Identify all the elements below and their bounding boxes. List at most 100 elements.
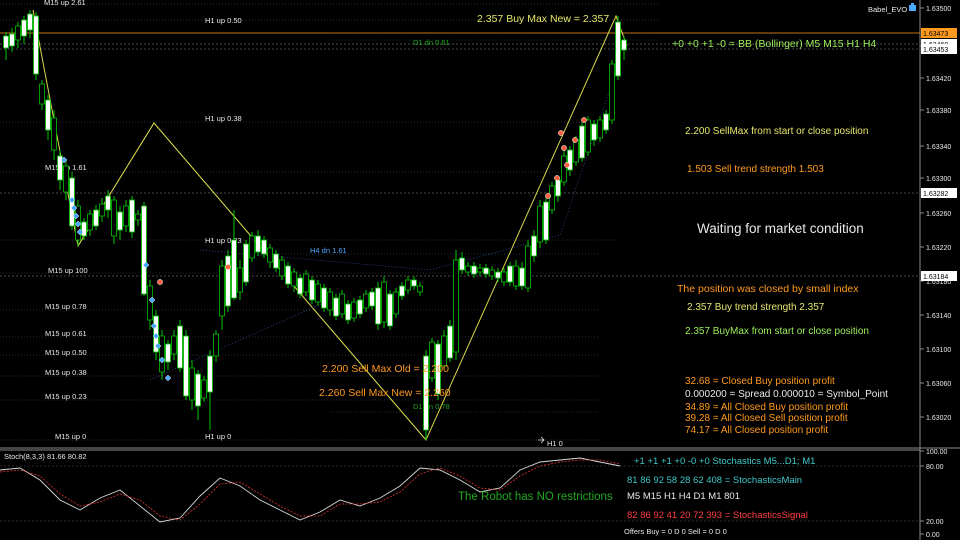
candle[interactable] [165,340,171,370]
candle[interactable] [279,256,285,280]
candle[interactable] [147,280,153,330]
candle[interactable] [507,262,513,286]
candle[interactable] [381,276,387,328]
candle[interactable] [465,262,471,276]
candle[interactable] [387,290,393,330]
candle[interactable] [51,110,57,160]
candle[interactable] [591,120,597,146]
candle[interactable] [321,284,327,312]
candle[interactable] [549,182,555,214]
sell-signal-marker [564,162,570,168]
candle[interactable] [417,282,423,296]
candle[interactable] [531,230,537,262]
candlesticks[interactable] [3,10,627,440]
candle[interactable] [615,16,621,80]
price-tick-label: 1.63380 [926,108,951,115]
candle[interactable] [9,28,15,52]
candle[interactable] [519,262,525,290]
price-chart[interactable]: M15 up 2.61 H1 up 0.50 D1 dn 0.61 H1 up 0.3… [0,0,960,540]
candle[interactable] [135,210,141,226]
candle[interactable] [345,300,351,324]
candle[interactable] [219,260,225,330]
candle[interactable] [129,196,135,238]
candle-body [597,119,603,139]
candle[interactable] [33,12,39,80]
candle[interactable] [171,330,177,360]
candle[interactable] [87,210,93,236]
candle[interactable] [123,200,129,232]
candle[interactable] [93,205,99,230]
candle[interactable] [3,32,9,60]
candle[interactable] [453,250,459,360]
candle[interactable] [189,360,195,410]
candle[interactable] [117,206,123,240]
candle[interactable] [327,288,333,316]
candle[interactable] [543,196,549,244]
candle[interactable] [525,240,531,292]
candle[interactable] [357,296,363,318]
candle[interactable] [99,198,105,222]
candle[interactable] [39,80,45,110]
candle[interactable] [45,95,51,140]
candle[interactable] [363,290,369,312]
candle[interactable] [429,338,435,382]
candle[interactable] [315,280,321,306]
candle[interactable] [513,260,519,290]
candle[interactable] [621,36,627,60]
candle[interactable] [597,116,603,142]
price-tick-label: 1.63220 [926,245,951,252]
candle[interactable] [579,122,585,162]
candle[interactable] [309,276,315,304]
candle[interactable] [273,250,279,272]
candle[interactable] [537,200,543,248]
candle[interactable] [333,294,339,320]
candle[interactable] [297,274,303,298]
candle[interactable] [255,230,261,256]
candle[interactable] [207,350,213,430]
candle[interactable] [195,370,201,420]
candle[interactable] [393,288,399,318]
candle[interactable] [561,150,567,186]
candle[interactable] [285,262,291,288]
price-tag-label: 1.63473 [923,31,948,38]
candle[interactable] [183,330,189,400]
candle[interactable] [339,290,345,318]
candle[interactable] [603,110,609,134]
candle[interactable] [225,250,231,312]
candle[interactable] [27,10,33,38]
candle[interactable] [411,276,417,290]
candle[interactable] [21,16,27,44]
candle[interactable] [111,196,117,244]
candle[interactable] [351,298,357,322]
candle[interactable] [231,210,237,300]
candle[interactable] [585,116,591,156]
candle[interactable] [57,150,63,190]
candle[interactable] [261,236,267,258]
candle[interactable] [369,288,375,310]
candle[interactable] [237,260,243,300]
candle[interactable] [459,252,465,274]
candle[interactable] [249,232,255,262]
candle[interactable] [495,268,501,282]
candle[interactable] [177,320,183,372]
candle[interactable] [201,376,207,402]
candle[interactable] [213,330,219,362]
candle[interactable] [303,270,309,296]
candle[interactable] [243,240,249,286]
price-axis[interactable]: 1.635001.634601.634201.633801.633401.633… [920,6,957,422]
candle[interactable] [159,330,165,380]
candle[interactable] [471,262,477,278]
candle[interactable] [81,218,87,240]
candle[interactable] [609,60,615,124]
candle[interactable] [567,146,573,176]
candle[interactable] [375,282,381,330]
candle-body [525,245,531,289]
candle[interactable] [447,320,453,362]
candle[interactable] [399,282,405,300]
candle[interactable] [405,276,411,294]
candle[interactable] [477,264,483,276]
candle[interactable] [267,244,273,268]
candle[interactable] [141,202,147,296]
candle-body [615,21,621,77]
candle[interactable] [489,266,495,280]
